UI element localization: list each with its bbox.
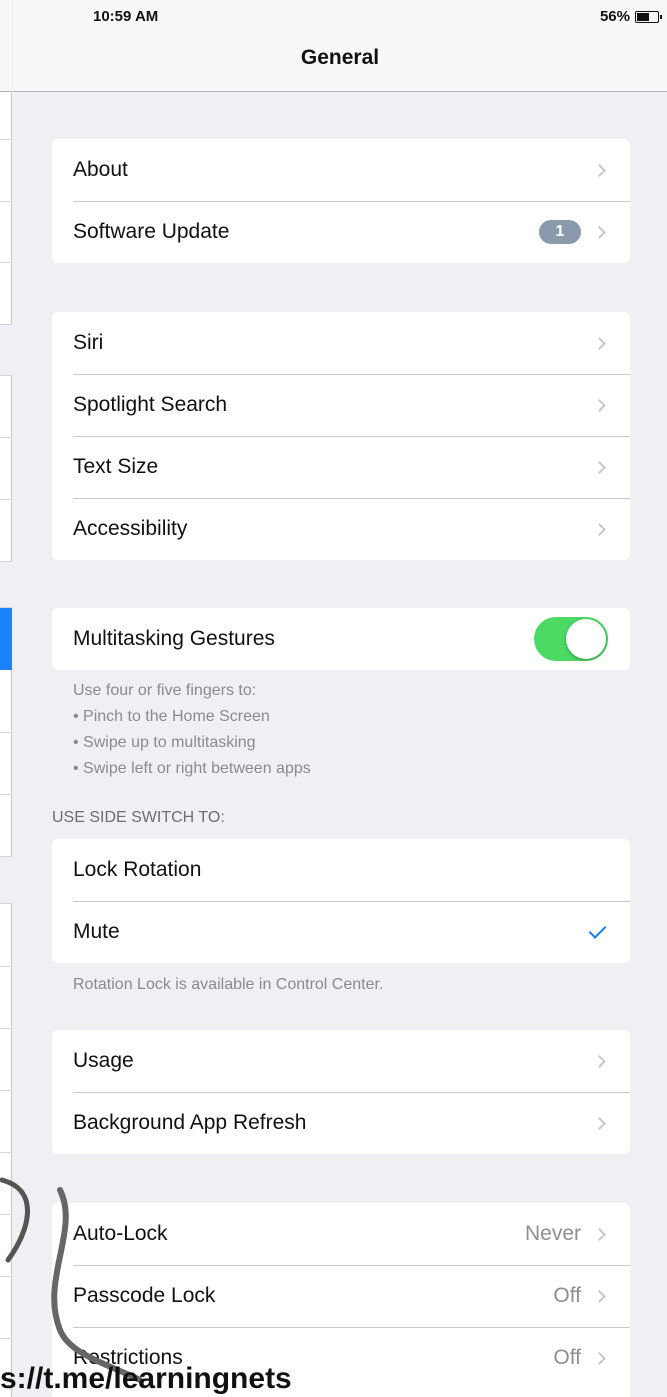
multitasking-toggle[interactable] [534, 617, 608, 661]
master-pane-header [0, 0, 12, 92]
master-separator [0, 732, 12, 733]
settings-group-multitasking: Multitasking Gestures [52, 608, 630, 670]
row-value: Off [553, 1346, 581, 1369]
chevron-right-icon [593, 1351, 606, 1365]
row-label: Multitasking Gestures [73, 627, 275, 650]
row-about[interactable]: About [52, 139, 630, 201]
row-label: Accessibility [73, 517, 188, 540]
row-label: Spotlight Search [73, 393, 228, 416]
page-title: General [300, 46, 380, 69]
chevron-right-icon [593, 163, 606, 177]
status-time: 10:59 AM [93, 8, 159, 25]
master-separator [0, 1152, 12, 1153]
master-section-gap [0, 856, 12, 904]
chevron-right-icon [593, 398, 606, 412]
chevron-right-icon [593, 460, 606, 474]
row-label: Usage [73, 1049, 134, 1072]
navigation-bar: 10:59 AM 56% General [13, 0, 667, 92]
chevron-right-icon [593, 522, 606, 536]
chevron-right-icon [593, 1227, 606, 1241]
master-separator [0, 139, 12, 140]
footer-line: • Swipe left or right between apps [73, 760, 311, 777]
master-selected-row[interactable] [0, 608, 12, 670]
row-text-size[interactable]: Text Size [52, 436, 630, 498]
row-label: Text Size [73, 455, 159, 478]
master-section-gap [0, 324, 12, 376]
row-label: Mute [73, 920, 120, 943]
section-header-side-switch: USE SIDE SWITCH TO: [52, 809, 225, 826]
watermark-text: s://t.me/learningnets [0, 1362, 292, 1395]
master-separator [0, 1090, 12, 1091]
chevron-right-icon [593, 225, 606, 239]
footer-line: • Pinch to the Home Screen [73, 708, 270, 725]
footer-line: • Swipe up to multitasking [73, 734, 256, 751]
master-section-gap [0, 561, 12, 608]
multitasking-footer: Use four or five fingers to: • Pinch to … [73, 678, 613, 782]
status-battery: 56% [599, 8, 662, 25]
row-mute[interactable]: Mute [52, 901, 630, 963]
row-spotlight-search[interactable]: Spotlight Search [52, 374, 630, 436]
master-separator [0, 1028, 12, 1029]
row-software-update[interactable]: Software Update 1 [52, 201, 630, 263]
settings-group-usage: Usage Background App Refresh [52, 1030, 630, 1154]
battery-icon [635, 10, 662, 23]
chevron-right-icon [593, 1116, 606, 1130]
settings-group-siri: Siri Spotlight Search Text Size Accessib… [52, 312, 630, 560]
row-value: Off [553, 1284, 581, 1307]
row-label: About [73, 158, 128, 181]
row-label: Siri [73, 331, 104, 354]
chevron-right-icon [593, 1054, 606, 1068]
row-multitasking-gestures: Multitasking Gestures [52, 608, 630, 670]
chevron-right-icon [593, 336, 606, 350]
row-lock-rotation[interactable]: Lock Rotation [52, 839, 630, 901]
row-value: Never [524, 1222, 581, 1245]
row-label: Lock Rotation [73, 858, 202, 881]
side-switch-footer: Rotation Lock is available in Control Ce… [73, 976, 384, 993]
master-separator [0, 966, 12, 967]
settings-group-about: About Software Update 1 [52, 139, 630, 263]
footer-line: Use four or five fingers to: [73, 682, 257, 699]
master-separator [0, 262, 12, 263]
master-separator [0, 437, 12, 438]
master-separator [0, 499, 12, 500]
chevron-right-icon [593, 1289, 606, 1303]
master-separator [0, 794, 12, 795]
row-background-app-refresh[interactable]: Background App Refresh [52, 1092, 630, 1154]
toggle-knob [566, 619, 606, 659]
battery-percent: 56% [599, 8, 630, 25]
row-accessibility[interactable]: Accessibility [52, 498, 630, 560]
master-separator [0, 201, 12, 202]
row-label: Software Update [73, 220, 230, 243]
row-siri[interactable]: Siri [52, 312, 630, 374]
update-count-badge: 1 [539, 220, 581, 244]
row-usage[interactable]: Usage [52, 1030, 630, 1092]
row-label: Background App Refresh [73, 1111, 307, 1134]
settings-group-side-switch: Lock Rotation Mute [52, 839, 630, 963]
